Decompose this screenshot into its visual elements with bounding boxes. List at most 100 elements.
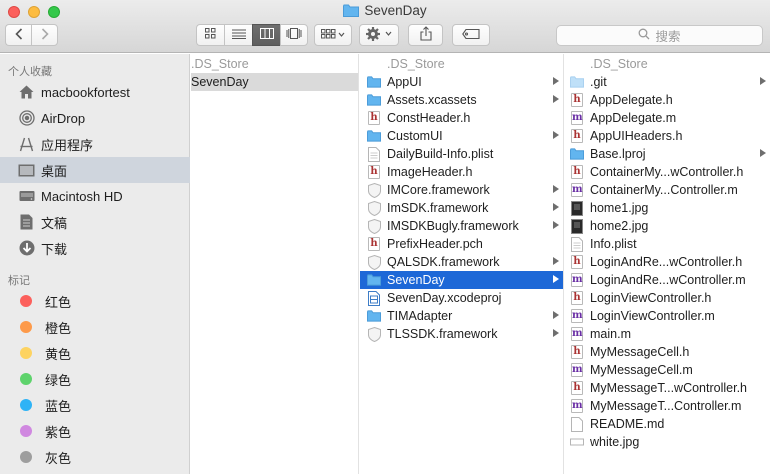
file-row[interactable]: m AppDelegate.m [565,109,770,127]
file-row[interactable]: IMSDKBugly.framework [360,217,563,235]
file-row[interactable]: QALSDK.framework [360,253,563,271]
file-name: QALSDK.framework [387,255,500,269]
sidebar-tag-orange[interactable]: 橙色 [0,314,190,340]
header-file-icon: h [570,129,584,144]
file-row[interactable]: Assets.xcassets [360,91,563,109]
sidebar-item-macintosh-hd[interactable]: Macintosh HD [0,183,190,209]
cover-flow-icon [286,28,302,42]
browser-column-2: .DS_Store AppUI Assets.xcassets h ConstHeade… [360,54,564,474]
file-row[interactable]: README.md [565,415,770,433]
file-row[interactable]: h MyMessageCell.h [565,343,770,361]
share-button[interactable] [408,24,443,46]
file-row[interactable]: SevenDay [191,73,358,91]
file-row[interactable]: h AppDelegate.h [565,91,770,109]
cover-flow-view-button[interactable] [280,24,308,46]
file-row[interactable]: home1.jpg [565,199,770,217]
sidebar-item-label: 文稿 [41,215,68,231]
action-button[interactable] [359,24,399,46]
file-row[interactable]: h ConstHeader.h [360,109,563,127]
file-row[interactable]: h ImageHeader.h [360,163,563,181]
search-field[interactable]: 搜索 [556,25,763,46]
tag-icon [462,28,480,42]
file-row[interactable]: m LoginAndRe...wController.m [565,271,770,289]
header-file-icon: h [570,345,584,360]
tag-dot-icon [20,425,32,437]
disclosure-arrow-icon [760,149,766,157]
sidebar-item-downloads[interactable]: 下载 [0,235,190,261]
file-row[interactable]: .DS_Store [191,55,358,73]
file-row[interactable]: home2.jpg [565,217,770,235]
chevron-right-icon [41,27,49,44]
tags-header: 标记 [8,275,30,287]
back-button[interactable] [5,24,31,46]
file-name: AppUI [387,75,422,89]
file-name: SevenDay [191,75,249,89]
tag-dot-icon [20,347,32,359]
sidebar-tag-yellow[interactable]: 黄色 [0,340,190,366]
file-row[interactable]: m ContainerMy...Controller.m [565,181,770,199]
file-row[interactable]: .git [565,73,770,91]
file-name: .git [590,75,607,89]
file-row[interactable]: .DS_Store [360,55,563,73]
header-file-icon: h [570,255,584,270]
file-name: IMCore.framework [387,183,490,197]
forward-button[interactable] [31,24,58,46]
sidebar-item-documents[interactable]: 文稿 [0,209,190,235]
arrange-button[interactable] [314,24,352,46]
source-file-icon: m [571,273,583,287]
file-name: LoginAndRe...wController.h [590,255,743,269]
file-row[interactable]: Info.plist [565,235,770,253]
sidebar-tag-purple[interactable]: 紫色 [0,418,190,444]
file-row[interactable]: h LoginAndRe...wController.h [565,253,770,271]
framework-icon [367,200,381,216]
file-row[interactable]: m MyMessageCell.m [565,361,770,379]
sidebar-item-airdrop[interactable]: AirDrop [0,105,190,131]
sidebar-tag-blue[interactable]: 蓝色 [0,392,190,418]
file-row[interactable]: m main.m [565,325,770,343]
image-file-icon [570,218,584,234]
file-row[interactable]: .DS_Store [565,55,770,73]
sidebar-item-home[interactable]: macbookfortest [0,79,190,105]
column-view-button[interactable] [252,24,280,46]
file-row[interactable]: AppUI [360,73,563,91]
file-name: AppUIHeaders.h [590,129,683,143]
file-row[interactable]: SevenDay.xcodeproj [360,289,563,307]
sidebar-tag-green[interactable]: 绿色 [0,366,190,392]
tag-dot-icon [20,451,32,463]
file-row[interactable]: IMCore.framework [360,181,563,199]
file-row[interactable]: Base.lproj [565,145,770,163]
file-name: Base.lproj [590,147,646,161]
disclosure-arrow-icon [553,185,559,193]
icon-view-button[interactable] [196,24,224,46]
file-row[interactable]: h PrefixHeader.pch [360,235,563,253]
file-row[interactable]: SevenDay [360,271,563,289]
file-row[interactable]: TIMAdapter [360,307,563,325]
tag-dot-icon [20,373,32,385]
folder-icon [367,273,381,288]
tag-label: 紫色 [45,424,72,440]
harddisk-icon [18,188,35,205]
file-row[interactable]: TLSSDK.framework [360,325,563,343]
file-row[interactable]: h AppUIHeaders.h [565,127,770,145]
file-row[interactable]: m LoginViewController.m [565,307,770,325]
file-row[interactable]: CustomUI [360,127,563,145]
sidebar-item-applications[interactable]: 应用程序 [0,131,190,157]
sidebar-tag-red[interactable]: 红色 [0,288,190,314]
file-row[interactable]: m MyMessageT...Controller.m [565,397,770,415]
file-row[interactable]: h MyMessageT...wController.h [565,379,770,397]
file-name: IMSDKBugly.framework [387,219,519,233]
file-row[interactable]: DailyBuild-Info.plist [360,145,563,163]
file-row[interactable]: h ContainerMy...wController.h [565,163,770,181]
file-row[interactable]: ImSDK.framework [360,199,563,217]
image-file-icon [570,200,584,216]
view-mode-segmented-control [196,24,308,46]
disclosure-arrow-icon [553,95,559,103]
folder-icon [343,4,360,20]
file-row[interactable]: white.jpg [565,433,770,451]
file-row[interactable]: h LoginViewController.h [565,289,770,307]
sidebar-tag-gray[interactable]: 灰色 [0,444,190,470]
tags-button[interactable] [452,24,490,46]
tag-dot-icon [20,399,32,411]
list-view-button[interactable] [224,24,252,46]
sidebar-item-desktop[interactable]: 桌面 [0,157,190,183]
